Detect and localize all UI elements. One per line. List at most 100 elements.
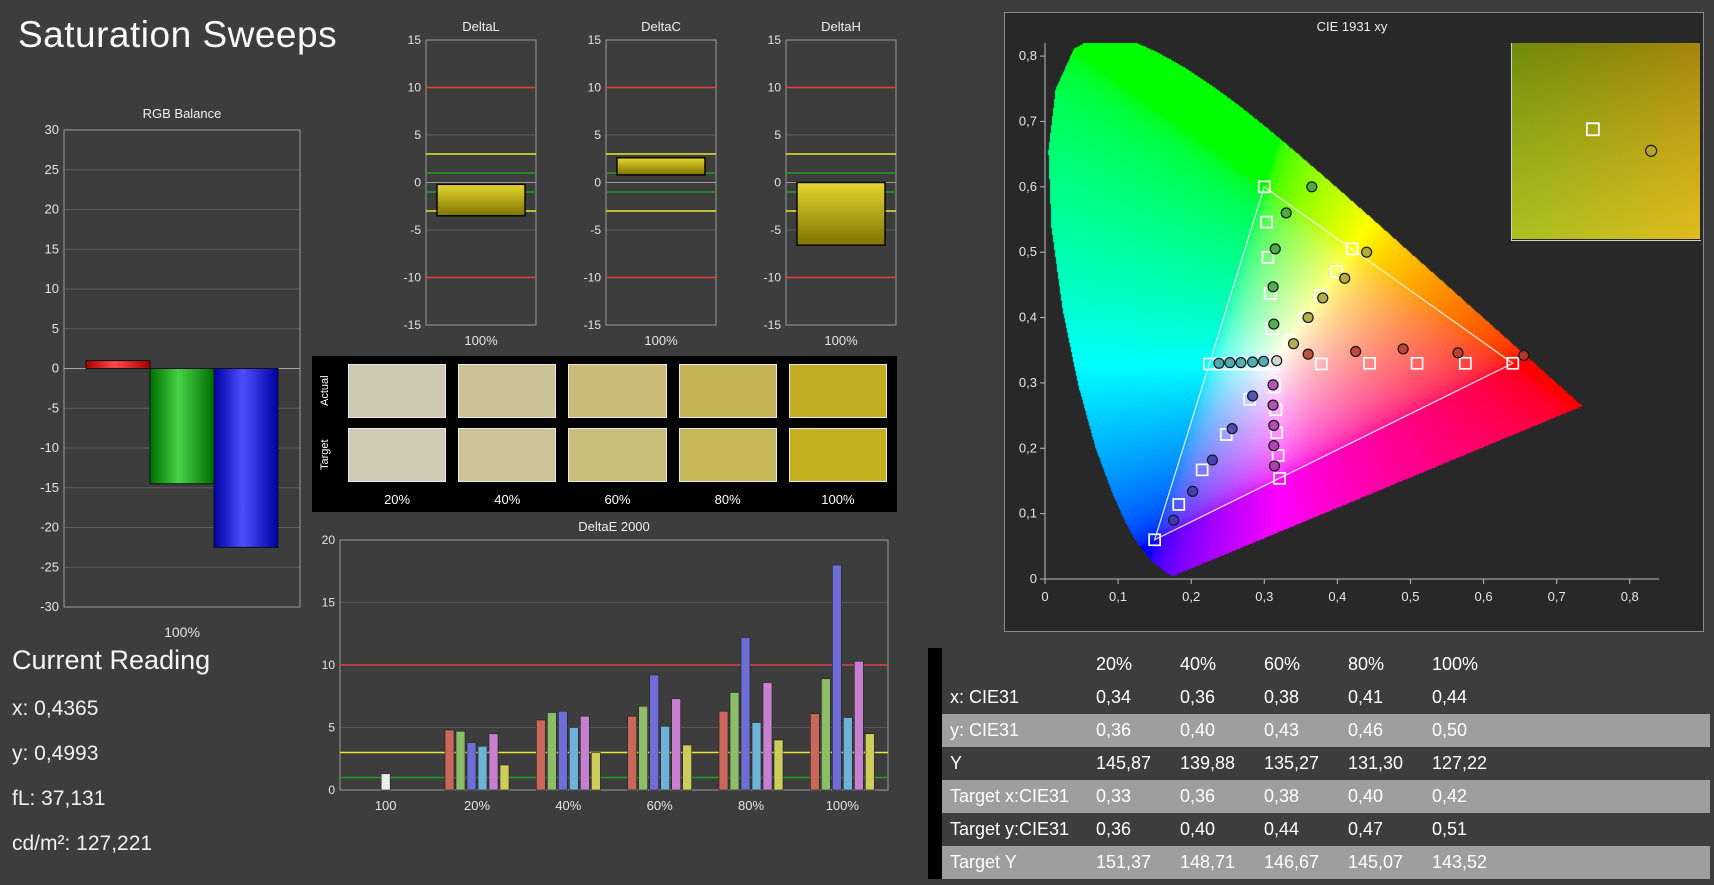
svg-text:-5: -5: [47, 400, 59, 415]
reading-cdm2: cd/m²: 127,221: [12, 832, 153, 855]
table-cell: 0,38: [1264, 786, 1300, 806]
table-cell: 145,07: [1348, 852, 1404, 872]
svg-text:-20: -20: [40, 520, 59, 535]
table-cell: 139,88: [1180, 753, 1236, 773]
color-swatch-actual: [568, 364, 667, 418]
svg-text:25: 25: [45, 162, 59, 177]
table-cell: 143,52: [1432, 852, 1488, 872]
table-filler: [1512, 648, 1710, 681]
svg-text:5: 5: [52, 321, 59, 336]
table-cell: 0,36: [1096, 720, 1132, 740]
svg-text:0,3: 0,3: [1255, 589, 1273, 604]
swatch-corner: [314, 492, 336, 510]
table-cell: 0,44: [1264, 819, 1300, 839]
table-cell: 131,30: [1348, 753, 1404, 773]
svg-text:0,8: 0,8: [1019, 48, 1037, 63]
svg-text:100%: 100%: [464, 333, 498, 348]
svg-text:-15: -15: [404, 318, 422, 332]
table-row-label: x: CIE31: [950, 687, 1020, 707]
svg-text:DeltaL: DeltaL: [462, 19, 500, 34]
table-filler: [1512, 846, 1710, 879]
table-col-header: 60%: [1264, 654, 1301, 674]
svg-text:RGB Balance: RGB Balance: [143, 106, 222, 121]
svg-text:10: 10: [588, 81, 602, 95]
table-cell: 0,44: [1432, 687, 1468, 707]
color-swatch-target: [458, 428, 557, 482]
table-row-label: Target x:CIE31: [950, 786, 1070, 806]
svg-text:0,5: 0,5: [1019, 244, 1037, 259]
svg-text:10: 10: [408, 81, 422, 95]
svg-text:15: 15: [588, 33, 602, 47]
cie-1931-panel: CIE 1931 xy 0 0,1 0,2 0,3 0,4 0,5 0,6 0,7 0,8 0 0,1…: [1004, 12, 1705, 633]
svg-text:15: 15: [45, 241, 59, 256]
delta-l-chart: DeltaL 15 10 5 0 -5 -10 -15 100%: [392, 18, 542, 353]
table-edge: [928, 813, 942, 846]
table-edge: [928, 648, 942, 681]
svg-text:DeltaE 2000: DeltaE 2000: [578, 519, 650, 534]
svg-text:100%: 100%: [164, 624, 200, 640]
color-swatch-target: [788, 428, 887, 482]
swatch-col-label: 80%: [714, 492, 741, 507]
reading-x: x: 0,4365: [12, 697, 99, 720]
table-row-label: Target Y: [950, 852, 1017, 872]
table-row-label: Target y:CIE31: [950, 819, 1070, 839]
svg-text:-5: -5: [770, 223, 781, 237]
svg-text:-10: -10: [584, 271, 602, 285]
measurement-table: 20% 40% 60% 80% 100% x: CIE31 0,34 0,36 0,38 0,41…: [928, 648, 1710, 879]
current-reading: Current Reading x: 0,4365 y: 0,4993 fL: …: [12, 645, 210, 866]
table-cell: 0,36: [1180, 786, 1216, 806]
svg-text:10: 10: [768, 81, 782, 95]
svg-text:10: 10: [45, 281, 59, 296]
swatch-col-label: 40%: [494, 492, 521, 507]
swatch-col-label: 100%: [821, 492, 855, 507]
table-row-label: Y: [950, 753, 963, 773]
table-cell: 151,37: [1096, 852, 1152, 872]
svg-text:0,2: 0,2: [1182, 589, 1200, 604]
table-edge: [928, 780, 942, 813]
svg-text:0,8: 0,8: [1621, 589, 1639, 604]
table-cell: 0,33: [1096, 786, 1132, 806]
table-cell: 127,22: [1432, 753, 1488, 773]
svg-text:15: 15: [768, 33, 782, 47]
svg-text:0,6: 0,6: [1019, 179, 1037, 194]
table-cell: 0,43: [1264, 720, 1300, 740]
table-cell: 0,38: [1264, 687, 1300, 707]
svg-text:CIE 1931 xy: CIE 1931 xy: [1317, 19, 1388, 34]
page-title: Saturation Sweeps: [18, 14, 338, 55]
svg-text:0,6: 0,6: [1475, 589, 1493, 604]
svg-text:100%: 100%: [644, 333, 678, 348]
table-row-label: y: CIE31: [950, 720, 1020, 740]
table-row: Target x:CIE31 0,33 0,36 0,38 0,40 0,42: [928, 780, 1710, 813]
svg-text:DeltaH: DeltaH: [821, 19, 861, 34]
swatch-col-label: 60%: [604, 492, 631, 507]
svg-text:30: 30: [45, 122, 59, 137]
current-reading-title: Current Reading: [12, 645, 211, 675]
calibration-dashboard: Saturation Sweeps RGB Balance 30 25 20 15 10 5…: [0, 0, 1714, 885]
table-filler: [1512, 813, 1710, 846]
table-cell: 0,50: [1432, 720, 1468, 740]
svg-text:0,2: 0,2: [1019, 440, 1037, 455]
table-edge: [928, 747, 942, 780]
svg-text:-5: -5: [410, 223, 421, 237]
svg-text:0: 0: [1030, 571, 1037, 586]
svg-text:100: 100: [375, 798, 397, 813]
color-swatch-target: [678, 428, 777, 482]
svg-text:0,7: 0,7: [1019, 113, 1037, 128]
table-cell: 0,36: [1180, 687, 1216, 707]
table-row: x: CIE31 0,34 0,36 0,38 0,41 0,44: [928, 681, 1710, 714]
table-cell: 0,36: [1096, 819, 1132, 839]
svg-text:-15: -15: [584, 318, 602, 332]
svg-text:0,4: 0,4: [1328, 589, 1346, 604]
svg-text:0: 0: [594, 176, 601, 190]
table-cell: 0,41: [1348, 687, 1384, 707]
svg-text:5: 5: [328, 721, 335, 735]
rgb-balance-chart: RGB Balance 30 25 20 15 10 5 0 -5 -10 -15 -20 -25 -30…: [28, 104, 308, 649]
table-filler: [1512, 747, 1710, 780]
svg-text:100%: 100%: [824, 333, 858, 348]
color-swatch-actual: [788, 364, 887, 418]
svg-text:0,1: 0,1: [1019, 506, 1037, 521]
svg-text:-10: -10: [404, 271, 422, 285]
delta-c-chart: DeltaC 15 10 5 0 -5 -10 -15 100%: [572, 18, 722, 353]
table-row: Y 145,87 139,88 135,27 131,30 127,22: [928, 747, 1710, 780]
table-row: Target Y 151,37 148,71 146,67 145,07 143,52: [928, 846, 1710, 879]
